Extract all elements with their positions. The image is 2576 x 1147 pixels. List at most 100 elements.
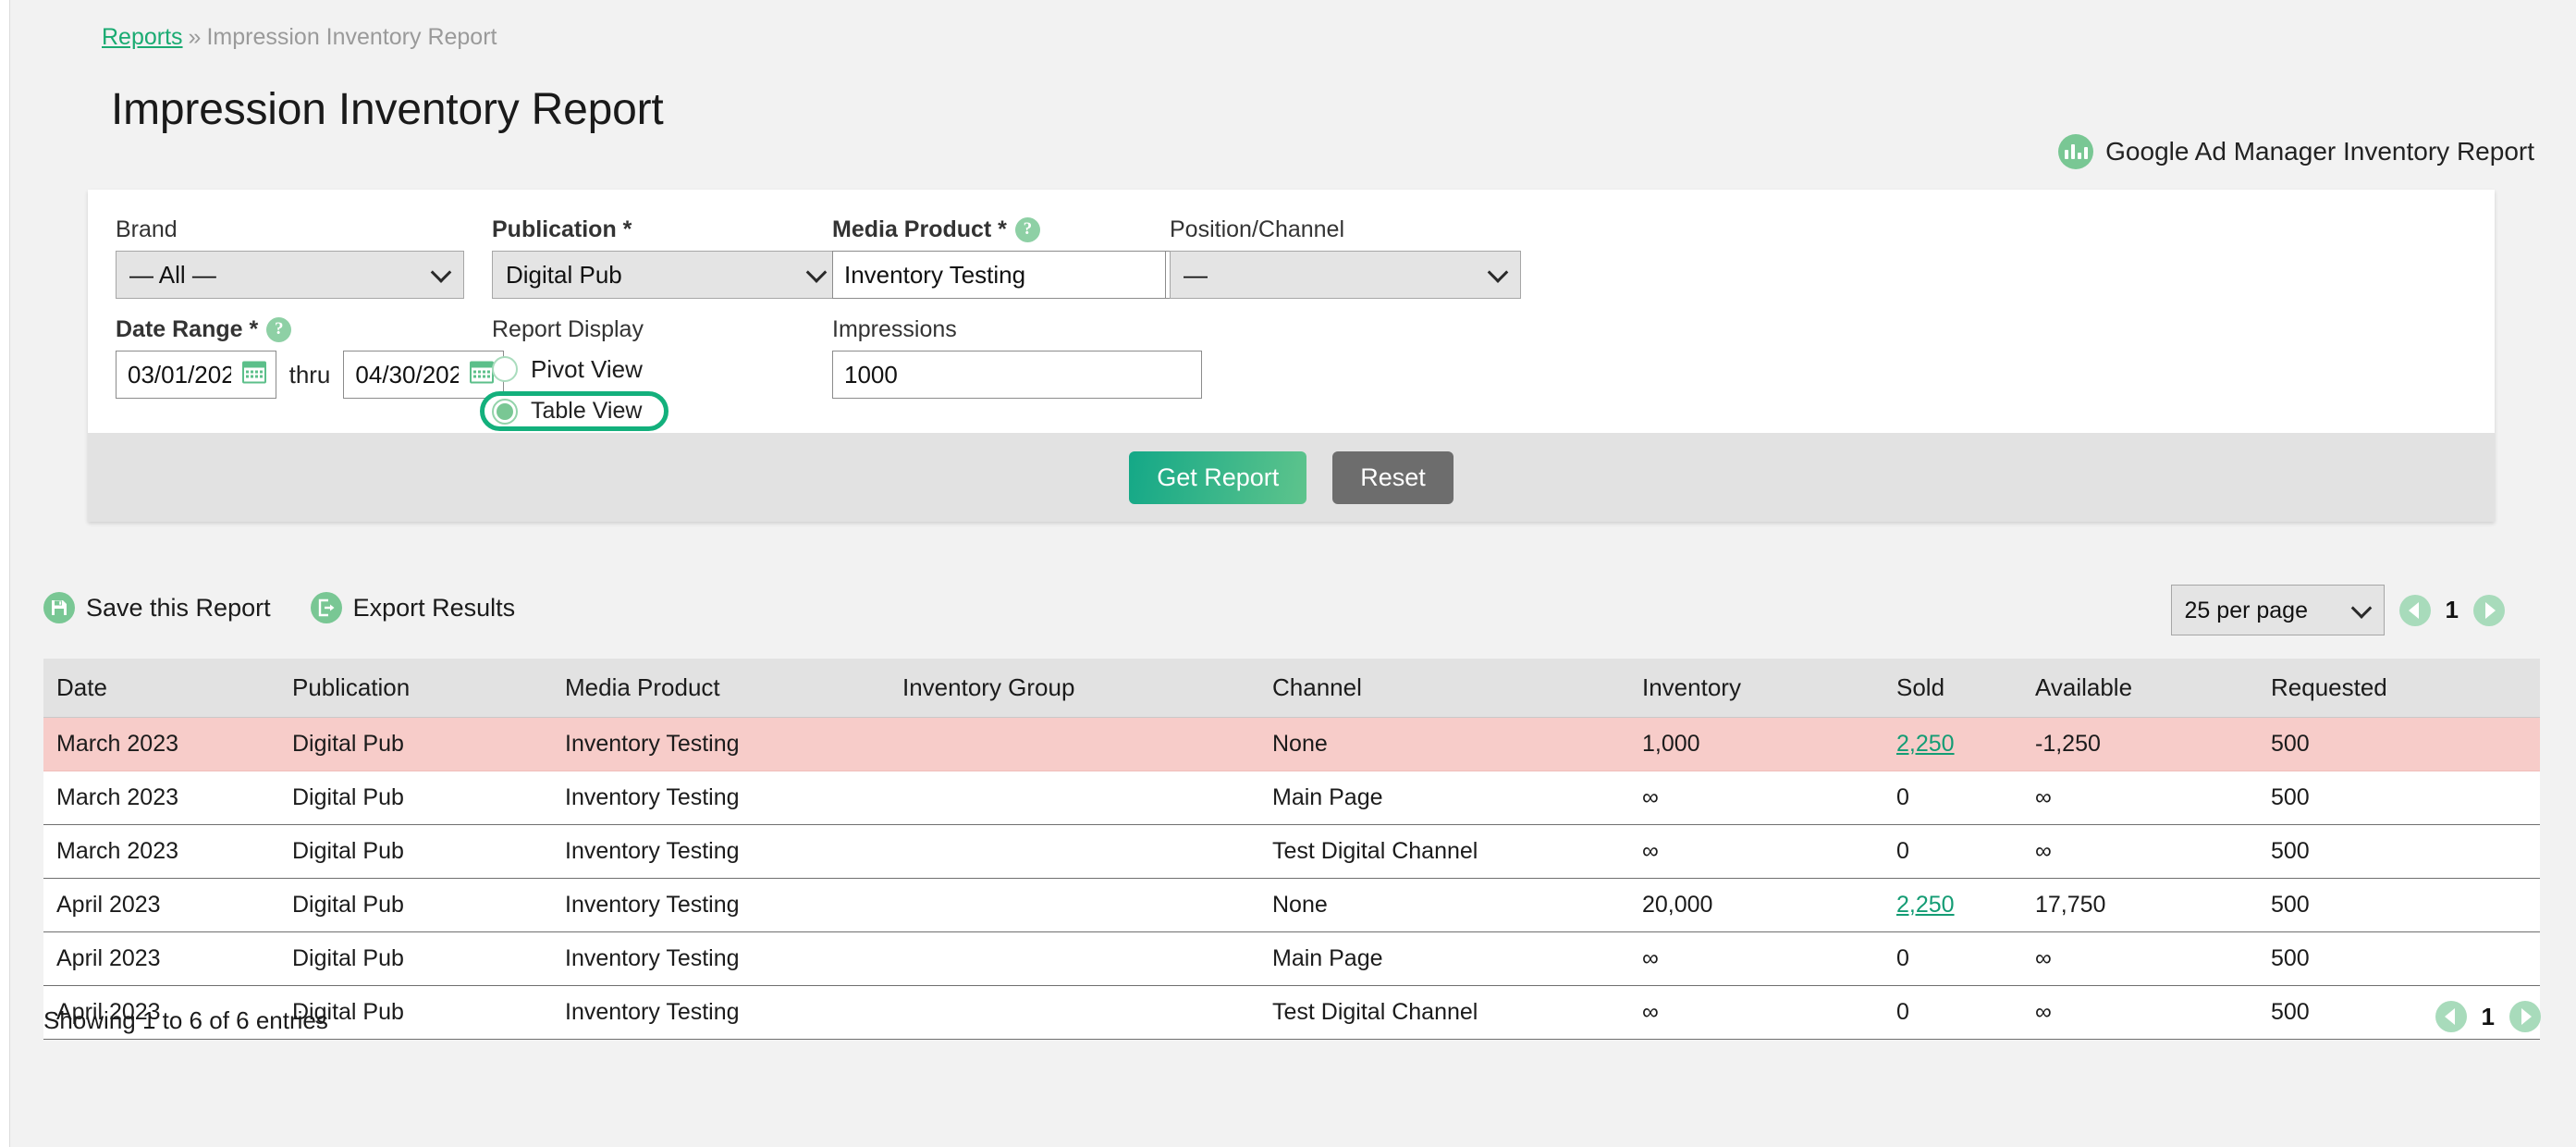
calendar-icon[interactable] bbox=[241, 360, 266, 390]
date-end-field bbox=[343, 351, 504, 399]
column-header-publication[interactable]: Publication bbox=[279, 659, 552, 718]
cell-media-product: Inventory Testing bbox=[552, 717, 889, 771]
cell-requested: 500 bbox=[2258, 878, 2540, 932]
cell-media-product: Inventory Testing bbox=[552, 931, 889, 986]
cell-inventory: 1,000 bbox=[1629, 717, 1883, 771]
media-product-combobox bbox=[832, 251, 1202, 299]
per-page-select[interactable]: 25 per page bbox=[2170, 585, 2385, 635]
prev-page-button-bottom[interactable] bbox=[2435, 1001, 2467, 1032]
media-product-label-text: Media Product * bbox=[832, 216, 1007, 242]
cell-publication: Digital Pub bbox=[279, 771, 552, 825]
table-row[interactable]: April 2023 Digital Pub Inventory Testing No… bbox=[43, 878, 2540, 932]
sold-value-link[interactable]: 2,250 bbox=[1896, 731, 1955, 757]
per-page-select-wrap: 25 per page bbox=[2170, 585, 2385, 635]
breadcrumb-link-reports[interactable]: Reports bbox=[102, 24, 183, 50]
field-publication: Publication * Digital Pub bbox=[492, 216, 840, 299]
cell-available: ∞ bbox=[2022, 985, 2258, 1040]
table-row[interactable]: March 2023 Digital Pub Inventory Testing Ma… bbox=[43, 771, 2540, 825]
media-product-input[interactable] bbox=[832, 251, 1165, 299]
pagination-top: 25 per page 1 bbox=[2170, 585, 2505, 635]
chevron-right-icon bbox=[2521, 1008, 2532, 1025]
chevron-left-icon bbox=[2445, 1008, 2456, 1025]
publication-select[interactable]: Digital Pub bbox=[492, 251, 840, 299]
date-start-field bbox=[116, 351, 276, 399]
position-channel-select[interactable]: — bbox=[1170, 251, 1521, 299]
reset-button[interactable]: Reset bbox=[1332, 450, 1454, 504]
cell-sold: 0 bbox=[1883, 931, 2022, 986]
publication-select-wrap: Digital Pub bbox=[492, 251, 840, 299]
results-table-body: March 2023 Digital Pub Inventory Testing No… bbox=[43, 717, 2540, 1040]
cell-available: ∞ bbox=[2022, 931, 2258, 986]
cell-channel: None bbox=[1259, 717, 1629, 771]
cell-publication: Digital Pub bbox=[279, 717, 552, 771]
current-page-bottom: 1 bbox=[2481, 1002, 2495, 1030]
table-row[interactable]: April 2023 Digital Pub Inventory Testing Te… bbox=[43, 985, 2540, 1040]
brand-select[interactable]: — All — bbox=[116, 251, 464, 299]
cell-inventory: ∞ bbox=[1629, 824, 1883, 879]
impressions-label: Impressions bbox=[832, 316, 957, 342]
save-this-report-link[interactable]: Save this Report bbox=[43, 592, 271, 623]
cell-inventory-group bbox=[889, 824, 1259, 879]
question-mark-icon[interactable]: ? bbox=[1014, 216, 1040, 242]
cell-available: ∞ bbox=[2022, 824, 2258, 879]
column-header-media-product[interactable]: Media Product bbox=[552, 659, 889, 718]
column-header-sold[interactable]: Sold bbox=[1883, 659, 2022, 718]
export-results-label: Export Results bbox=[352, 593, 516, 622]
cell-channel: Test Digital Channel bbox=[1259, 824, 1629, 879]
export-results-link[interactable]: Export Results bbox=[310, 592, 516, 623]
showing-entries-text: Showing 1 to 6 of 6 entries bbox=[43, 1006, 328, 1034]
cell-available: 17,750 bbox=[2022, 878, 2258, 932]
field-media-product: Media Product * ? bbox=[832, 216, 1202, 299]
cell-requested: 500 bbox=[2258, 771, 2540, 825]
column-header-inventory[interactable]: Inventory bbox=[1629, 659, 1883, 718]
cell-publication: Digital Pub bbox=[279, 931, 552, 986]
cell-media-product: Inventory Testing bbox=[552, 771, 889, 825]
calendar-icon[interactable] bbox=[470, 360, 494, 390]
sold-value-link[interactable]: 2,250 bbox=[1896, 892, 1955, 918]
cell-requested: 500 bbox=[2258, 717, 2540, 771]
cell-date: April 2023 bbox=[43, 878, 279, 932]
radio-option-pivot-view[interactable]: Pivot View bbox=[492, 351, 797, 388]
question-mark-icon[interactable]: ? bbox=[266, 316, 292, 342]
table-row[interactable]: March 2023 Digital Pub Inventory Testing Te… bbox=[43, 824, 2540, 879]
results-table-wrap: Date Publication Media Product Inventory… bbox=[43, 659, 2540, 1040]
table-row[interactable]: March 2023 Digital Pub Inventory Testing No… bbox=[43, 717, 2540, 771]
cell-sold: 0 bbox=[1883, 985, 2022, 1040]
radio-table-view-label: Table View bbox=[531, 398, 643, 424]
field-position-channel: Position/Channel — bbox=[1170, 216, 1521, 299]
export-arrow-icon bbox=[310, 592, 342, 623]
cell-sold: 2,250 bbox=[1883, 878, 2022, 932]
cell-publication: Digital Pub bbox=[279, 878, 552, 932]
next-page-button-top[interactable] bbox=[2473, 594, 2505, 626]
cell-channel: Test Digital Channel bbox=[1259, 985, 1629, 1040]
cell-available: -1,250 bbox=[2022, 717, 2258, 771]
filter-panel: Brand — All — Publication * Digital Pub bbox=[88, 190, 2495, 522]
cell-inventory-group bbox=[889, 771, 1259, 825]
column-header-available[interactable]: Available bbox=[2022, 659, 2258, 718]
pagination-bottom: 1 bbox=[2435, 1001, 2541, 1032]
impressions-input[interactable] bbox=[832, 351, 1202, 399]
position-channel-label: Position/Channel bbox=[1170, 216, 1345, 242]
radio-option-table-view[interactable]: Table View bbox=[480, 391, 669, 431]
get-report-button[interactable]: Get Report bbox=[1129, 450, 1307, 504]
cell-media-product: Inventory Testing bbox=[552, 985, 889, 1040]
breadcrumb-separator: » bbox=[188, 24, 202, 50]
cell-date: April 2023 bbox=[43, 931, 279, 986]
table-row[interactable]: April 2023 Digital Pub Inventory Testing Ma… bbox=[43, 931, 2540, 986]
column-header-channel[interactable]: Channel bbox=[1259, 659, 1629, 718]
cell-channel: Main Page bbox=[1259, 931, 1629, 986]
field-impressions: Impressions bbox=[832, 315, 1202, 399]
column-header-requested[interactable]: Requested bbox=[2258, 659, 2540, 718]
next-page-button-bottom[interactable] bbox=[2509, 1001, 2541, 1032]
cell-media-product: Inventory Testing bbox=[552, 878, 889, 932]
prev-page-button-top[interactable] bbox=[2398, 594, 2431, 626]
column-header-inventory-group[interactable]: Inventory Group bbox=[889, 659, 1259, 718]
cell-channel: Main Page bbox=[1259, 771, 1629, 825]
radio-table-view[interactable] bbox=[492, 398, 518, 425]
current-page-top: 1 bbox=[2445, 596, 2459, 623]
column-header-date[interactable]: Date bbox=[43, 659, 279, 718]
radio-pivot-view[interactable] bbox=[492, 356, 518, 382]
page-content: Reports» Impression Inventory Report Impr… bbox=[0, 0, 2576, 1147]
cell-inventory: 20,000 bbox=[1629, 878, 1883, 932]
cell-inventory-group bbox=[889, 878, 1259, 932]
